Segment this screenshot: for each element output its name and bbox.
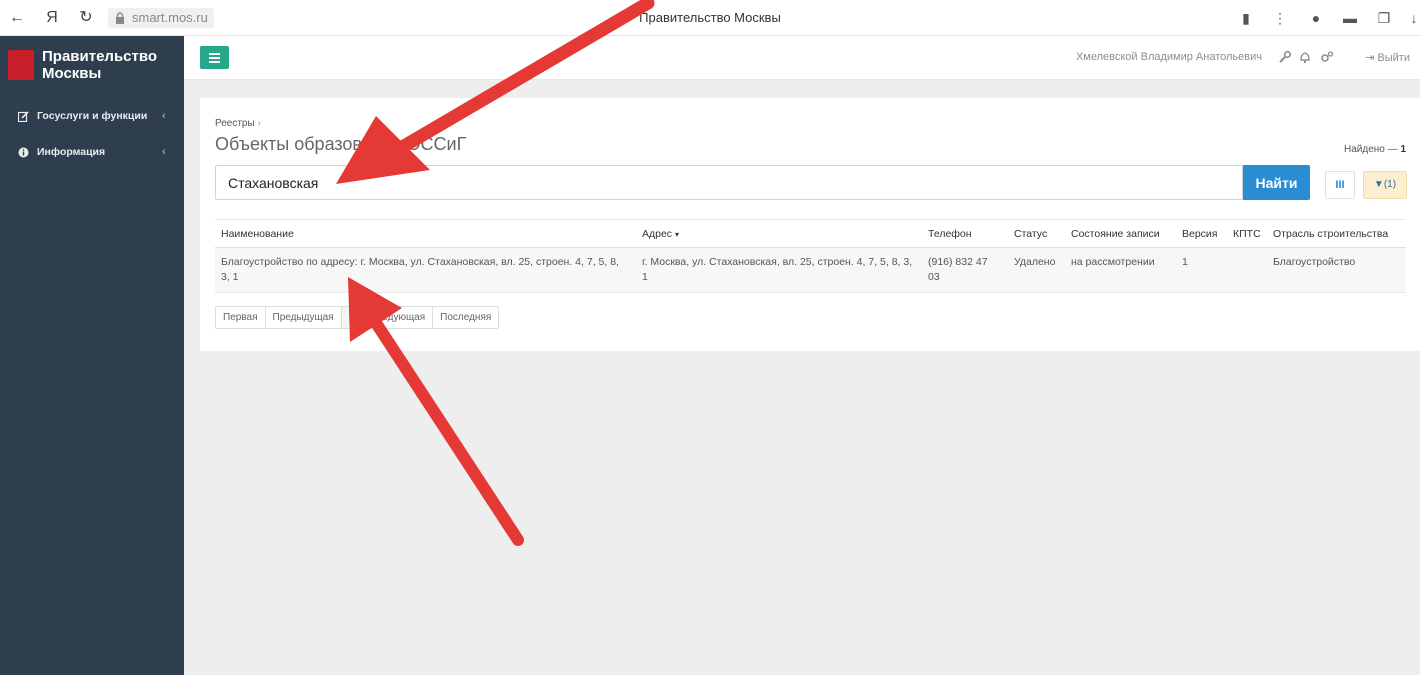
column-header-industry[interactable]: Отрасль строительства bbox=[1267, 219, 1406, 248]
filter-button[interactable]: ▼(1) bbox=[1363, 171, 1407, 199]
extension-icon[interactable]: ● bbox=[1308, 10, 1324, 26]
cell-phone: (916) 832 47 03 bbox=[922, 247, 1008, 293]
bell-icon[interactable] bbox=[1298, 50, 1312, 64]
search-input[interactable] bbox=[215, 165, 1243, 200]
found-label: Найдено — bbox=[1344, 144, 1398, 155]
column-header-kpts[interactable]: КПТС bbox=[1227, 219, 1267, 248]
logout-label: Выйти bbox=[1377, 52, 1410, 64]
registry-card: Реестры › Объекты образования ОССиГ Найд… bbox=[200, 98, 1420, 351]
columns-button[interactable]: III bbox=[1325, 171, 1355, 199]
bookmark-icon[interactable]: ▮ bbox=[1238, 10, 1254, 26]
topbar: Хмелевской Владимир Анатольевич ⇥ Выйти bbox=[184, 36, 1420, 80]
cell-status: Удалено bbox=[1008, 247, 1065, 293]
brand[interactable]: Правительство Москвы bbox=[8, 48, 178, 88]
column-header-label: Адрес bbox=[642, 228, 673, 240]
logout-icon: ⇥ bbox=[1365, 52, 1375, 64]
sidebar: Правительство Москвы Госуслуги и функции… bbox=[0, 36, 184, 675]
found-counter: Найдено — 1 bbox=[1344, 144, 1406, 155]
column-header-address[interactable]: Адрес ▾ bbox=[636, 219, 922, 248]
chevron-right-icon: › bbox=[257, 118, 261, 129]
found-count: 1 bbox=[1400, 144, 1406, 155]
sidebar-item-info[interactable]: Информация ‹ bbox=[0, 138, 184, 166]
filter-icon: ▼ bbox=[1373, 179, 1384, 190]
pager-first[interactable]: Первая bbox=[216, 307, 266, 328]
column-header-phone[interactable]: Телефон bbox=[922, 219, 1008, 248]
cell-version: 1 bbox=[1176, 247, 1227, 293]
wrench-icon[interactable] bbox=[1278, 50, 1292, 64]
download-icon[interactable]: ↓ bbox=[1406, 10, 1420, 26]
browser-chrome: ← Я ↻ smart.mos.ru Правительство Москвы … bbox=[0, 0, 1420, 36]
pager-prev[interactable]: Предыдущая bbox=[265, 307, 342, 328]
cell-kpts bbox=[1227, 247, 1267, 293]
breadcrumb: Реестры › bbox=[215, 118, 261, 129]
sidebar-item-label: Госуслуги и функции bbox=[37, 110, 148, 122]
pager-next[interactable]: Следующая bbox=[362, 307, 434, 328]
results-table: Наименование Адрес ▾ Телефон Статус Сост… bbox=[215, 219, 1406, 293]
protect-icon[interactable]: ▬ bbox=[1342, 10, 1358, 26]
user-name[interactable]: Хмелевской Владимир Анатольевич bbox=[1076, 51, 1262, 63]
table-header-row: Наименование Адрес ▾ Телефон Статус Сост… bbox=[215, 219, 1406, 248]
tab-title: Правительство Москвы bbox=[639, 10, 781, 25]
pager-page[interactable]: 1 bbox=[341, 307, 363, 328]
column-header-state[interactable]: Состояние записи bbox=[1065, 219, 1176, 248]
cell-name: Благоустройство по адресу: г. Москва, ул… bbox=[215, 247, 636, 293]
table-row[interactable]: Благоустройство по адресу: г. Москва, ул… bbox=[215, 247, 1406, 293]
column-header-name[interactable]: Наименование bbox=[215, 219, 636, 248]
column-header-status[interactable]: Статус bbox=[1008, 219, 1065, 248]
menu-toggle-button[interactable] bbox=[200, 46, 229, 69]
settings-icon[interactable] bbox=[1320, 50, 1334, 64]
filter-count: (1) bbox=[1383, 179, 1397, 190]
sidebar-item-label: Информация bbox=[37, 146, 106, 158]
cell-industry: Благоустройство bbox=[1267, 247, 1406, 293]
sort-down-icon: ▾ bbox=[674, 230, 679, 239]
breadcrumb-item[interactable]: Реестры bbox=[215, 118, 255, 129]
logout-button[interactable]: ⇥ Выйти bbox=[1365, 51, 1410, 64]
chevron-left-icon: ‹ bbox=[162, 146, 166, 158]
page-title: Объекты образования ОССиГ bbox=[215, 134, 467, 154]
search-button[interactable]: Найти bbox=[1243, 165, 1310, 200]
brand-name: Правительство Москвы bbox=[42, 48, 158, 82]
cell-address: г. Москва, ул. Стахановская, вл. 25, стр… bbox=[636, 247, 922, 293]
cell-state: на рассмотрении bbox=[1065, 247, 1176, 293]
info-icon bbox=[18, 147, 29, 158]
more-icon[interactable]: ⋮ bbox=[1272, 10, 1288, 26]
sidebar-item-gosuslugi[interactable]: Госуслуги и функции ‹ bbox=[0, 102, 184, 130]
collections-icon[interactable]: ❐ bbox=[1376, 10, 1392, 26]
moscow-logo-icon bbox=[8, 50, 34, 80]
pagination: Первая Предыдущая 1 Следующая Последняя bbox=[215, 306, 500, 329]
pager-last[interactable]: Последняя bbox=[433, 307, 499, 328]
chevron-left-icon: ‹ bbox=[162, 110, 166, 122]
edit-icon bbox=[18, 111, 29, 122]
column-header-version[interactable]: Версия bbox=[1176, 219, 1227, 248]
